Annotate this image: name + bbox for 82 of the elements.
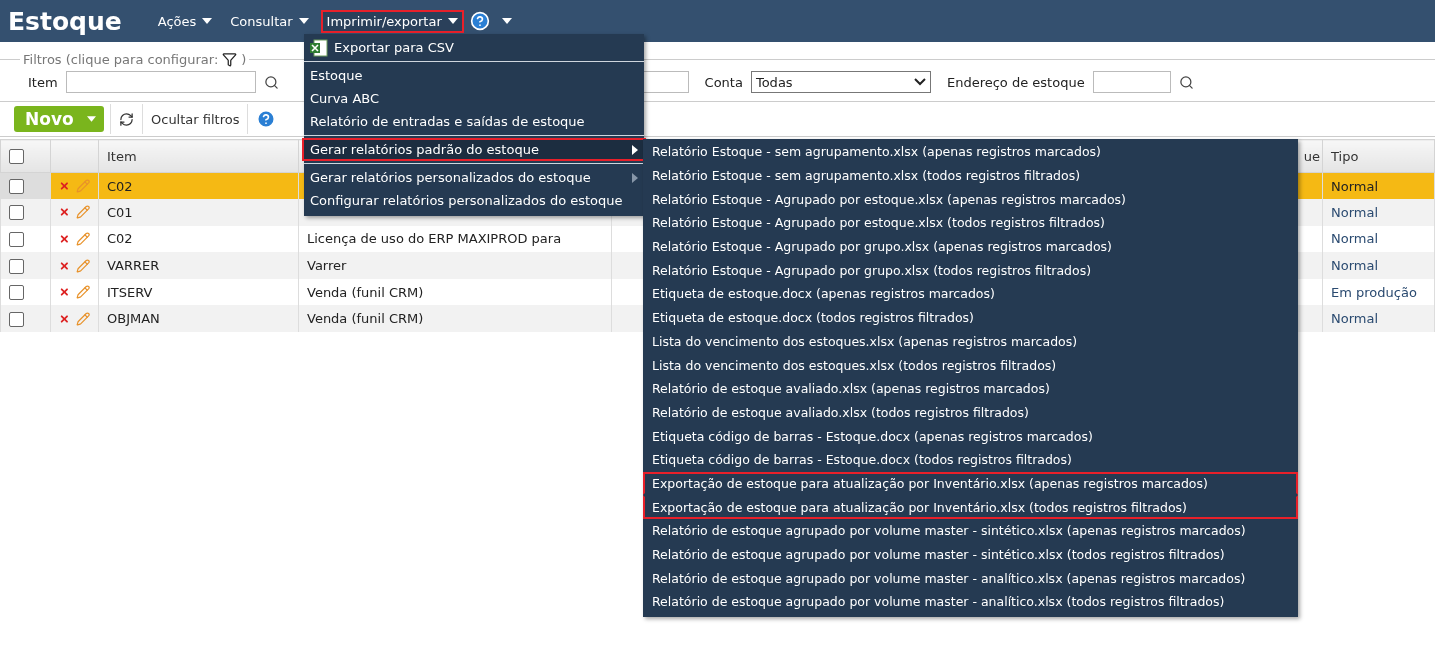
menu-item[interactable]: Relatório Estoque - Agrupado por estoque.xlsx (apenas registros marcados) <box>643 187 1298 212</box>
filter-label: Conta <box>704 74 743 90</box>
table-cell: Normal <box>1331 231 1379 247</box>
row-checkbox[interactable] <box>9 285 24 301</box>
chevron-down-icon <box>913 78 926 86</box>
caret-down-icon <box>298 18 309 24</box>
table-cell: Venda (funil CRM) <box>307 284 424 300</box>
caret-down-icon <box>87 116 96 122</box>
menu-item[interactable]: Relatório de estoque agrupado por volume master - analítico.xlsx (apenas registros marcados) <box>643 566 1298 591</box>
hide-filters-button[interactable]: Ocultar filtros <box>142 104 248 134</box>
table-cell: Em produção <box>1331 284 1417 300</box>
caret-down-icon <box>202 18 213 24</box>
menu-item[interactable]: Estoque <box>302 64 646 87</box>
delete-icon[interactable] <box>59 259 70 272</box>
menu-item[interactable]: Etiqueta de estoque.docx (apenas registros marcados) <box>643 282 1298 306</box>
menu-item[interactable]: Exportação de estoque para atualização por Inventário.xlsx (apenas registros marcados) <box>643 471 1298 496</box>
table-cell: C02 <box>107 231 133 247</box>
menu-item[interactable]: Etiqueta código de barras - Estoque.docx (todos registros filtrados) <box>643 447 1298 472</box>
table-cell: Venda (funil CRM) <box>307 311 424 327</box>
select-all-checkbox[interactable] <box>9 149 24 164</box>
menu-item[interactable]: Etiqueta de estoque.docx (todos registros filtrados) <box>643 305 1298 330</box>
delete-icon[interactable] <box>59 233 70 245</box>
menu-item[interactable]: Curva ABC <box>302 87 646 110</box>
menu-bar-item[interactable]: Consultar <box>224 9 315 33</box>
menu-item[interactable]: Relatório de estoque agrupado por volume master - analítico.xlsx (todos registros filtrados) <box>643 590 1298 614</box>
help-icon <box>256 109 277 129</box>
table-cell: C01 <box>107 204 133 220</box>
column-header[interactable]: Item <box>98 139 299 173</box>
filter-legend[interactable]: Filtros (clique para configurar: <box>23 52 219 67</box>
table-cell: Varrer <box>307 258 347 274</box>
row-checkbox[interactable] <box>9 232 24 247</box>
row-checkbox[interactable] <box>9 311 24 327</box>
filter-field[interactable] <box>1092 71 1171 93</box>
row-checkbox[interactable] <box>9 205 24 221</box>
menu-item[interactable]: Etiqueta código de barras - Estoque.docx (apenas registros marcados) <box>643 424 1298 448</box>
menu-item[interactable]: Configurar relatórios personalizados do estoque <box>302 189 646 212</box>
table-cell: Normal <box>1331 204 1379 220</box>
menu-item[interactable]: Relatório Estoque - sem agrupamento.xlsx (apenas registros marcados) <box>643 140 1298 164</box>
spreadsheet-icon <box>310 38 328 57</box>
filter-field[interactable] <box>65 71 256 93</box>
menu-item[interactable]: Exportar para CSV <box>302 36 646 59</box>
menu-item[interactable]: Lista do vencimento dos estoques.xlsx (todos registros filtrados) <box>643 353 1298 377</box>
menu-item[interactable]: Relatório Estoque - sem agrupamento.xlsx (todos registros filtrados) <box>643 163 1298 188</box>
menu-item[interactable]: Relatório de estoque agrupado por volume master - sintético.xlsx (apenas registros marcados) <box>643 519 1298 543</box>
row-checkbox[interactable] <box>9 258 24 274</box>
menu-item[interactable]: Gerar relatórios personalizados do estoque <box>302 166 646 189</box>
help-icon[interactable] <box>469 11 490 31</box>
table-cell: C02 <box>107 178 133 194</box>
filter-legend-end: ) <box>241 52 247 67</box>
delete-icon[interactable] <box>59 312 70 325</box>
filter-label: Item <box>28 74 58 90</box>
table-cell: Licença de uso do ERP MAXIPROD para <box>307 231 562 247</box>
menu-item[interactable]: Relatório de estoque avaliado.xlsx (apenas registros marcados) <box>643 376 1298 401</box>
menu-item[interactable]: Relatório de estoque agrupado por volume master - sintético.xlsx (todos registros filtrados) <box>643 542 1298 567</box>
menu-item[interactable]: Relatório Estoque - Agrupado por estoque.xlsx (todos registros filtrados) <box>643 211 1298 235</box>
menu-bar-item[interactable]: Imprimir/exportar <box>320 9 464 33</box>
menu-item[interactable]: Relatório de entradas e saídas de estoque <box>302 110 646 133</box>
submenu-arrow-icon <box>632 144 638 155</box>
table-cell: Normal <box>1331 311 1379 327</box>
column-header[interactable]: Tipo <box>1322 139 1435 173</box>
delete-icon[interactable] <box>59 180 70 193</box>
filter-label: Endereço de estoque <box>946 74 1085 90</box>
table-cell: Normal <box>1331 258 1379 274</box>
table-cell: VARRER <box>107 258 160 274</box>
account-select[interactable]: Todas <box>750 71 931 93</box>
menu-item[interactable]: Exportação de estoque para atualização por Inventário.xlsx (todos registros filtrados) <box>643 495 1298 519</box>
table-cell: Normal <box>1331 178 1379 194</box>
refresh-icon <box>119 111 134 127</box>
caret-down-icon <box>501 18 512 24</box>
delete-icon[interactable] <box>59 206 70 219</box>
submenu-arrow-icon <box>632 172 638 183</box>
filter-icon[interactable] <box>222 52 238 67</box>
row-checkbox[interactable] <box>9 179 24 195</box>
menu-item[interactable]: Relatório de estoque avaliado.xlsx (todos registros filtrados) <box>643 400 1298 425</box>
page-title: Estoque <box>8 6 122 36</box>
menu-bar-item[interactable]: Ações <box>151 9 219 33</box>
menu-item[interactable]: Relatório Estoque - Agrupado por grupo.xlsx (apenas registros marcados) <box>643 234 1298 259</box>
table-cell: OBJMAN <box>107 311 160 327</box>
delete-icon[interactable] <box>59 286 70 299</box>
menu-item[interactable]: Gerar relatórios padrão do estoque <box>302 138 646 161</box>
caret-down-icon <box>447 18 458 24</box>
table-cell: ITSERV <box>107 284 153 300</box>
